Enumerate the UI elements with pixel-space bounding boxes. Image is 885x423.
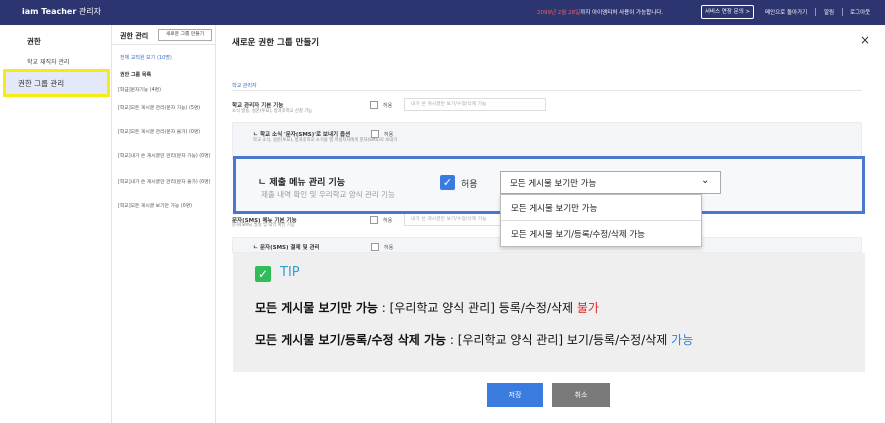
allow-label: 허용 bbox=[384, 132, 394, 138]
group-list-item[interactable]: [학교]내가 쓴 게시글만 관리(문자 가능) (0명) bbox=[118, 153, 213, 161]
allow-checkbox[interactable]: ✓ bbox=[440, 175, 455, 190]
allow-checkbox[interactable] bbox=[371, 243, 379, 251]
allow-label: 허용 bbox=[384, 245, 394, 251]
all-staff-link[interactable]: 전체 교직원 보기 (10명) bbox=[120, 54, 172, 61]
expiry-notice: 2099년 2월 28일까지 아이엠티처 사용이 가능합니다. bbox=[537, 10, 664, 16]
group-list-item[interactable]: [학교]모든 게시글 관리(문자 가능) (5명) bbox=[118, 105, 213, 113]
cancel-button[interactable]: 취소 bbox=[552, 383, 610, 407]
row-title: ㄴ 제출 메뉴 관리 기능 bbox=[258, 178, 346, 188]
row-desc: 소식 발송, 설문(투표), 방과후학교 신청 기능 bbox=[232, 109, 313, 114]
permission-select[interactable]: 내가 쓴 게시글만 보기/수정/삭제 가능 bbox=[404, 98, 546, 111]
page-title: 새로운 권한 그룹 만들기 bbox=[232, 38, 320, 48]
allow-label: 허용 bbox=[383, 218, 393, 224]
tip-label: TIP bbox=[280, 265, 300, 280]
divider bbox=[232, 90, 862, 91]
main-link[interactable]: 메인으로 돌아가기 bbox=[765, 8, 807, 16]
group-panel-header: 권한 관리 새로운 그룹 만들기 bbox=[112, 25, 216, 45]
sidebar-item-permission-groups[interactable]: 권한 그룹 관리 bbox=[3, 69, 110, 97]
service-extend-button[interactable]: 서비스 연장 문의 > bbox=[701, 5, 754, 19]
row-desc: 문자(SMS) 발송 및 내역 확인 기능 bbox=[232, 223, 295, 228]
tip-panel: ✓ TIP 모든 게시물 보기만 가능 : [우리학교 양식 관리] 등록/수정… bbox=[233, 253, 865, 372]
row-desc: 학교 소식, 설문(투표), 방과후학교 소식을 앱 미설치자에게 문자(SMS… bbox=[253, 138, 398, 143]
sidebar-title: 권한 bbox=[27, 37, 41, 46]
group-list-title: 권한 그룹 목록 bbox=[120, 72, 152, 78]
section-label: 학교 관리자 bbox=[232, 83, 257, 89]
sidebar-item-label: 권한 그룹 관리 bbox=[18, 79, 65, 88]
divider bbox=[501, 220, 701, 221]
group-panel: 권한 관리 새로운 그룹 만들기 전체 교직원 보기 (10명) 권한 그룹 목… bbox=[112, 25, 216, 423]
logout-link[interactable]: 로그아웃 bbox=[850, 8, 870, 16]
tip-line-full-access: 모든 게시물 보기/등록/수정 삭제 가능 : [우리학교 양식 관리] 보기/… bbox=[255, 333, 694, 347]
top-bar: iam Teacher 관리자 2099년 2월 28일까지 아이엠티처 사용이… bbox=[0, 0, 885, 25]
row-desc: 제출 내역 확인 및 우리학교 양식 관리 기능 bbox=[261, 190, 395, 199]
sidebar: 권한 학교 재직자 관리 권한 그룹 관리 bbox=[0, 25, 112, 423]
new-group-button[interactable]: 새로운 그룹 만들기 bbox=[158, 29, 212, 41]
close-icon[interactable]: × bbox=[860, 33, 870, 47]
group-panel-title: 권한 관리 bbox=[120, 32, 149, 40]
row-title: ㄴ 학교 소식 '문자(SMS)'로 보내기 옵션 bbox=[253, 132, 351, 138]
tip-line-view-only: 모든 게시물 보기만 가능 : [우리학교 양식 관리] 등록/수정/삭제 불가 bbox=[255, 301, 599, 315]
allow-label: 허용 bbox=[461, 180, 478, 190]
check-icon: ✓ bbox=[255, 266, 271, 282]
group-list-item[interactable]: [학교]모든 게시글 보기만 가능 (0명) bbox=[118, 203, 213, 211]
select-value: 모든 게시물 보기만 가능 bbox=[510, 179, 597, 189]
notification-link[interactable]: 알림 bbox=[824, 8, 834, 16]
permission-select[interactable]: 모든 게시물 보기만 가능 ⌄ bbox=[500, 171, 721, 194]
group-list-item[interactable]: [학급]문자기능 (4명) bbox=[118, 87, 213, 95]
dropdown-option[interactable]: 모든 게시물 보기만 가능 bbox=[511, 202, 597, 214]
group-list-item[interactable]: [학교]내가 쓴 게시글만 관리(문자 불가) (0명) bbox=[118, 179, 213, 187]
app-logo[interactable]: iam Teacher 관리자 bbox=[22, 6, 101, 17]
allow-checkbox[interactable] bbox=[370, 216, 378, 224]
dropdown-option[interactable]: 모든 게시물 보기/등록/수정/삭제 가능 bbox=[511, 228, 645, 240]
divider bbox=[815, 8, 816, 16]
allow-label: 허용 bbox=[383, 103, 393, 109]
divider bbox=[842, 8, 843, 16]
allow-checkbox[interactable] bbox=[370, 101, 378, 109]
chevron-down-icon: ⌄ bbox=[701, 175, 710, 186]
sub-option-box: ㄴ 학교 소식 '문자(SMS)'로 보내기 옵션 학교 소식, 설문(투표),… bbox=[232, 122, 862, 160]
sidebar-item-staff[interactable]: 학교 재직자 관리 bbox=[27, 57, 69, 66]
save-button[interactable]: 저장 bbox=[487, 383, 543, 407]
row-title: 학교 관리자 기본 기능 bbox=[232, 103, 284, 109]
group-list-item[interactable]: [학교]모든 게시글 관리(문자 불가) (0명) bbox=[118, 129, 213, 137]
permission-dropdown: 모든 게시물 보기만 가능 모든 게시물 보기/등록/수정/삭제 가능 bbox=[500, 194, 702, 247]
allow-checkbox[interactable] bbox=[371, 130, 379, 138]
row-title: ㄴ 문자(SMS) 결제 및 관리 bbox=[253, 245, 320, 251]
